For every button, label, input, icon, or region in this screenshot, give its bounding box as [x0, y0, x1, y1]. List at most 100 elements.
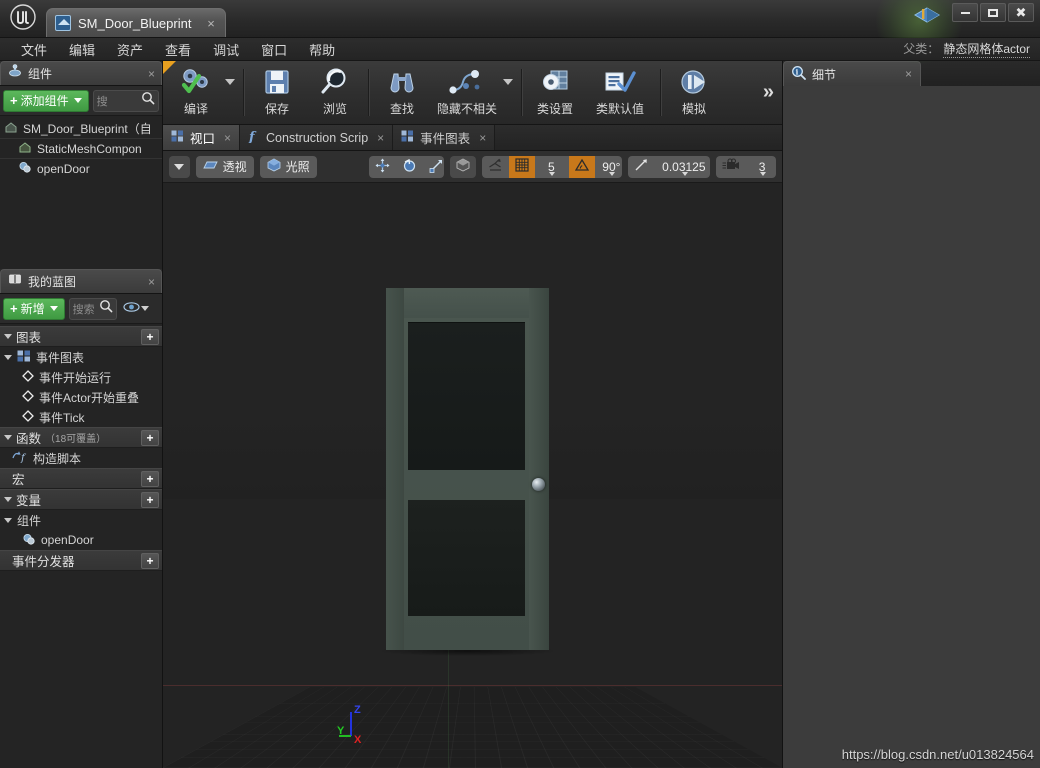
- timeline-icon-svg: [19, 162, 31, 173]
- surface-snap-button[interactable]: [482, 156, 509, 178]
- find-binoculars-icon: [385, 66, 419, 98]
- tree-item-blueprint-root[interactable]: SM_Door_Blueprint（自: [0, 118, 162, 138]
- coordinate-system-button[interactable]: [450, 155, 477, 178]
- main-toolbar: 编译 保存 浏览 查找 隐藏不相关 类设置 类默认值 模拟 »: [163, 61, 782, 125]
- maximize-button[interactable]: [980, 3, 1006, 22]
- viewport-3d[interactable]: Z Y X: [163, 183, 782, 768]
- tree-item-event-graph[interactable]: 事件图表: [0, 347, 162, 367]
- hide-unrelated-dropdown[interactable]: [503, 61, 517, 124]
- lighting-mode-button[interactable]: 光照: [259, 155, 317, 178]
- menu-edit[interactable]: 编辑: [58, 38, 106, 61]
- tree-item-event-begin-play[interactable]: 事件开始运行: [0, 367, 162, 387]
- translate-gizmo-button[interactable]: [369, 156, 396, 178]
- grid-snap-toggle[interactable]: [509, 155, 536, 178]
- rotation-snap-toggle[interactable]: [569, 155, 596, 178]
- rotation-snap-value[interactable]: 90°: [595, 156, 621, 178]
- viewport-options-button[interactable]: [169, 155, 190, 178]
- door-static-mesh[interactable]: [380, 288, 555, 656]
- transform-tools-group: [368, 155, 445, 178]
- toolbar-accent-corner: [163, 61, 176, 74]
- compile-dropdown[interactable]: [225, 61, 239, 124]
- camera-speed-value[interactable]: 3: [746, 156, 776, 178]
- scale-snap-icon-svg: [635, 159, 647, 171]
- add-new-button[interactable]: + 新增: [3, 297, 65, 320]
- rotate-gizmo-button[interactable]: [396, 156, 423, 178]
- close-icon[interactable]: ×: [905, 67, 912, 81]
- maximize-icon: [988, 8, 998, 17]
- close-icon[interactable]: ×: [148, 276, 155, 288]
- class-settings-button[interactable]: 类设置: [526, 61, 584, 124]
- close-button[interactable]: ✖: [1008, 3, 1034, 22]
- tab-components[interactable]: 组件 ×: [0, 61, 162, 85]
- add-variable-button[interactable]: +: [141, 491, 159, 508]
- close-icon[interactable]: ×: [479, 131, 486, 145]
- camera-speed-button[interactable]: [716, 156, 746, 178]
- add-macro-button[interactable]: +: [141, 470, 159, 487]
- toolbar-overflow-button[interactable]: »: [755, 61, 782, 124]
- view-mode-button[interactable]: 透视: [195, 155, 254, 178]
- tree-item-variable-opendoor[interactable]: openDoor: [0, 530, 162, 550]
- save-button[interactable]: 保存: [248, 61, 306, 124]
- parent-class-link[interactable]: 静态网格体actor: [943, 40, 1030, 58]
- add-event-dispatcher-button[interactable]: +: [141, 552, 159, 569]
- section-macros[interactable]: 宏 +: [0, 468, 162, 489]
- close-icon[interactable]: ×: [148, 68, 155, 80]
- tab-event-graph[interactable]: 事件图表 ×: [393, 125, 496, 150]
- simulate-label: 模拟: [681, 102, 706, 116]
- tree-item-components-category[interactable]: 组件: [0, 510, 162, 530]
- tree-item-opendoor[interactable]: openDoor: [0, 158, 162, 178]
- add-graph-button[interactable]: +: [141, 328, 159, 345]
- menu-file[interactable]: 文件: [10, 38, 58, 61]
- close-icon[interactable]: ×: [224, 131, 231, 145]
- section-variables[interactable]: 变量 +: [0, 489, 162, 510]
- close-icon[interactable]: ×: [377, 131, 384, 145]
- components-search-input[interactable]: 搜: [92, 89, 159, 112]
- find-button[interactable]: 查找: [373, 61, 431, 124]
- section-graphs[interactable]: 图表 +: [0, 326, 162, 347]
- tree-item-event-actor-begin-overlap[interactable]: 事件Actor开始重叠: [0, 387, 162, 407]
- minimize-button[interactable]: [952, 3, 978, 22]
- section-functions[interactable]: 函数 （18可覆盖） +: [0, 427, 162, 448]
- document-tab-sm-door-blueprint[interactable]: SM_Door_Blueprint ×: [46, 8, 226, 37]
- menu-help[interactable]: 帮助: [298, 38, 346, 61]
- my-blueprint-search-input[interactable]: 搜索: [68, 297, 117, 320]
- tree-item-event-tick[interactable]: 事件Tick: [0, 407, 162, 427]
- expander-icon[interactable]: [4, 334, 12, 339]
- scale-snap-toggle[interactable]: [628, 156, 654, 178]
- menu-asset[interactable]: 资产: [106, 38, 154, 61]
- components-icon-svg: [9, 64, 21, 77]
- menu-debug[interactable]: 调试: [202, 38, 250, 61]
- class-defaults-button[interactable]: 类默认值: [584, 61, 656, 124]
- viewport-grid-floor: [163, 687, 782, 768]
- scale-snap-value[interactable]: 0.03125: [654, 156, 710, 178]
- menu-view[interactable]: 查看: [154, 38, 202, 61]
- scale-gizmo-button[interactable]: [423, 156, 445, 178]
- visibility-options-button[interactable]: [121, 300, 151, 318]
- function-icon: f: [12, 450, 28, 466]
- components-panel: 组件 × + 添加组件 搜 SM_Door_Blueprint（自 Static…: [0, 61, 162, 269]
- class-defaults-checklist-icon: [603, 66, 637, 98]
- add-function-button[interactable]: +: [141, 429, 159, 446]
- close-icon[interactable]: ×: [203, 17, 219, 30]
- tab-my-blueprint[interactable]: 我的蓝图 ×: [0, 269, 162, 293]
- grid-snap-value[interactable]: 5: [535, 156, 569, 178]
- tab-viewport[interactable]: 视口 ×: [163, 125, 241, 150]
- expander-icon[interactable]: [4, 517, 12, 523]
- axis-gizmo: Z Y X: [337, 702, 381, 746]
- browse-button[interactable]: 浏览: [306, 61, 364, 124]
- simulate-button[interactable]: 模拟: [665, 61, 723, 124]
- my-blueprint-panel: 我的蓝图 × + 新增 搜索 图表 + 事件图表 事件开始运行 事件Actor开…: [0, 269, 162, 768]
- tab-details[interactable]: i 细节 ×: [783, 61, 921, 86]
- camera-speed-icon: [722, 158, 740, 175]
- tab-construction-script[interactable]: f Construction Scrip ×: [240, 125, 394, 150]
- add-component-button[interactable]: + 添加组件: [3, 89, 89, 112]
- section-event-dispatchers[interactable]: 事件分发器 +: [0, 550, 162, 571]
- hide-unrelated-button[interactable]: 隐藏不相关: [431, 61, 503, 124]
- expander-icon[interactable]: [4, 497, 12, 502]
- tree-item-construction-script[interactable]: f 构造脚本: [0, 448, 162, 468]
- expander-icon[interactable]: [4, 354, 12, 360]
- menu-window[interactable]: 窗口: [250, 38, 298, 61]
- svg-text:Z: Z: [354, 704, 361, 716]
- tree-item-staticmeshcomponent[interactable]: StaticMeshCompon: [0, 138, 162, 158]
- expander-icon[interactable]: [4, 435, 12, 440]
